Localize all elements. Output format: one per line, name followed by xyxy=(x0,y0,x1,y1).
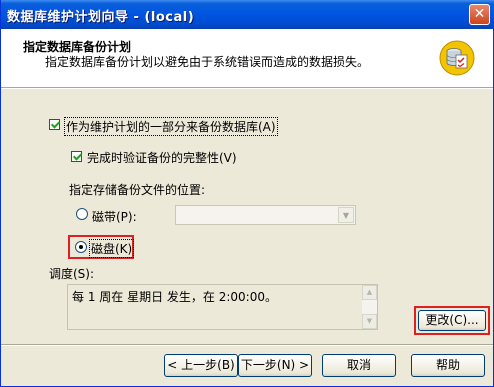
disk-label[interactable]: 磁盘(K) xyxy=(89,239,135,258)
back-button[interactable]: < 上一步(B) xyxy=(164,354,238,377)
scroll-up-icon[interactable]: ▲ xyxy=(362,285,377,300)
verify-integrity-checkbox[interactable] xyxy=(71,151,82,162)
verify-integrity-label[interactable]: 完成时验证备份的完整性(V) xyxy=(87,149,237,166)
schedule-text: 每 1 周在 星期日 发生，在 2:00:00。 xyxy=(72,290,277,304)
backup-as-part-checkbox[interactable] xyxy=(49,119,60,130)
cancel-button[interactable]: 取消 xyxy=(322,354,396,377)
wizard-header: 指定数据库备份计划 指定数据库备份计划以避免由于系统错误而造成的数据损失。 xyxy=(1,29,493,88)
change-schedule-button[interactable]: 更改(C)... xyxy=(418,310,486,331)
schedule-scrollbar[interactable]: ▲ ▼ xyxy=(362,285,377,329)
location-label: 指定存储备份文件的位置: xyxy=(69,183,206,197)
footer-divider-highlight xyxy=(1,345,493,346)
wizard-window: 数据库维护计划向导 - (local) ✕ 指定数据库备份计划 指定数据库备份计… xyxy=(0,0,494,387)
disk-radio[interactable] xyxy=(75,241,87,253)
tape-device-combo[interactable]: ▼ xyxy=(175,205,356,225)
window-title: 数据库维护计划向导 - (local) xyxy=(7,10,195,25)
help-button[interactable]: 帮助 xyxy=(411,354,485,377)
tape-radio[interactable] xyxy=(76,208,88,220)
database-checklist-icon xyxy=(439,40,475,76)
backup-as-part-label[interactable]: 作为维护计划的一部分来备份数据库(A) xyxy=(64,117,278,136)
tape-label[interactable]: 磁带(P): xyxy=(92,208,137,225)
header-divider xyxy=(1,88,493,89)
schedule-description[interactable]: 每 1 周在 星期日 发生，在 2:00:00。 ▲ ▼ xyxy=(67,284,378,330)
page-subtitle: 指定数据库备份计划以避免由于系统错误而造成的数据损失。 xyxy=(45,55,370,69)
scroll-down-icon[interactable]: ▼ xyxy=(362,314,377,329)
schedule-label: 调度(S): xyxy=(49,267,95,281)
next-button[interactable]: 下一步(N) > xyxy=(238,354,312,377)
close-icon: ✕ xyxy=(473,6,486,22)
chevron-down-icon[interactable]: ▼ xyxy=(338,207,354,223)
close-button[interactable]: ✕ xyxy=(469,4,490,25)
title-bar[interactable]: 数据库维护计划向导 - (local) ✕ xyxy=(1,0,494,29)
